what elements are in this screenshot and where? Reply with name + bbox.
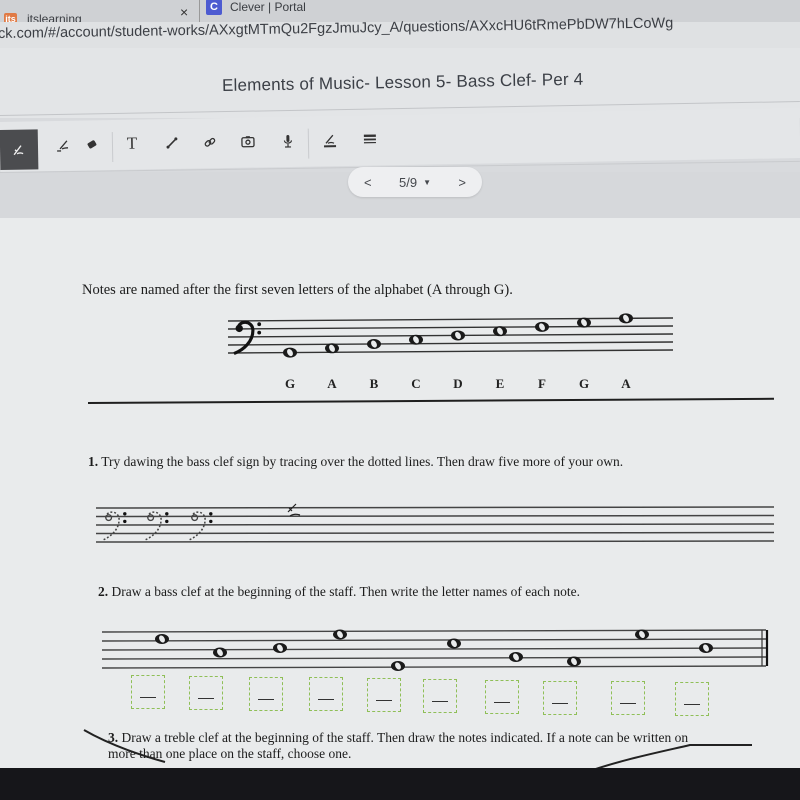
question-text: Draw a treble clef at the beginning of t… — [121, 730, 689, 745]
staff-line — [95, 540, 775, 543]
note-answer-box[interactable] — [485, 680, 519, 714]
example-staff: GABCDEFGA — [227, 313, 674, 391]
whole-note — [283, 347, 297, 358]
staff-line — [227, 341, 674, 346]
toolbar-separator — [307, 128, 310, 159]
question-3: 3. Draw a treble clef at the beginning o… — [108, 730, 688, 746]
note-letter-label: D — [453, 376, 462, 391]
whole-note — [567, 656, 581, 667]
voice-tool-button[interactable] — [270, 123, 307, 160]
whole-note — [391, 661, 405, 671]
question-2: 2. Draw a bass clef at the beginning of … — [98, 584, 580, 600]
line-width-icon — [363, 134, 376, 144]
whole-note — [213, 647, 227, 658]
page-select-dropdown[interactable]: 5/9 ▼ — [399, 175, 431, 190]
whole-note — [367, 339, 381, 350]
page-navigator: < 5/9 ▼ > — [348, 167, 482, 197]
text-tool-button[interactable]: T — [114, 125, 151, 162]
note-answer-box[interactable] — [131, 675, 165, 709]
staff-line — [101, 647, 767, 651]
note-answer-box[interactable] — [543, 681, 577, 715]
question-3-continued: more than one place on the staff, choose… — [108, 746, 352, 761]
question-number: 1. — [88, 454, 99, 469]
whole-note — [635, 629, 649, 640]
staff-line — [101, 629, 767, 633]
link-icon — [204, 137, 216, 147]
note-letter-label: B — [370, 376, 379, 391]
whole-note — [333, 629, 347, 640]
note-answer-box[interactable] — [611, 681, 645, 715]
note-letter-label: E — [496, 376, 505, 391]
eraser-tool-button[interactable] — [74, 126, 111, 163]
caret-down-icon: ▼ — [423, 177, 431, 187]
camera-icon — [241, 136, 255, 148]
note-letter-label: A — [621, 376, 631, 391]
close-tab-icon[interactable]: × — [180, 4, 188, 20]
tracing-staff[interactable] — [95, 505, 776, 550]
eraser-icon — [87, 140, 97, 149]
staff-line — [227, 317, 674, 322]
microphone-icon — [283, 134, 293, 148]
line-icon — [166, 137, 178, 149]
note-letter-label: G — [285, 376, 295, 391]
note-letter-label: G — [579, 376, 589, 391]
note-naming-staff — [101, 629, 769, 671]
question-1: 1. Try dawing the bass clef sign by trac… — [88, 454, 623, 470]
whole-note — [451, 330, 465, 341]
whole-note — [273, 643, 287, 653]
pen-color-tool-button[interactable] — [312, 122, 349, 159]
whole-note — [409, 334, 423, 345]
screen-bezel — [0, 768, 800, 800]
whole-note — [325, 343, 339, 354]
bass-clef-icon — [233, 320, 262, 356]
link-tool-button[interactable] — [192, 124, 229, 161]
note-answer-box[interactable] — [675, 682, 709, 716]
whole-note — [577, 317, 591, 328]
note-answer-box[interactable] — [423, 679, 457, 713]
staff-line — [227, 325, 674, 330]
staff-line — [95, 523, 775, 526]
staff-line — [227, 333, 674, 338]
photo-tool-button[interactable] — [230, 123, 267, 160]
note-answer-box[interactable] — [249, 677, 283, 711]
question-number: 2. — [98, 584, 109, 599]
pen-icon — [13, 145, 24, 156]
note-letter-label: C — [411, 376, 420, 391]
question-number: 3. — [108, 730, 119, 745]
staff-line — [95, 531, 775, 535]
whole-note — [493, 326, 507, 337]
whole-note — [447, 638, 461, 649]
line-width-tool-button[interactable] — [352, 121, 389, 158]
note-answer-box[interactable] — [189, 676, 223, 710]
whole-note — [155, 634, 169, 644]
intro-text: Notes are named after the first seven le… — [82, 282, 513, 298]
page-indicator: 5/9 — [399, 174, 418, 190]
tab-label: Clever | Portal — [230, 0, 306, 14]
whole-note — [699, 643, 713, 653]
pen-tool-button[interactable] — [0, 129, 39, 170]
note-answer-box[interactable] — [367, 678, 401, 712]
text-icon: T — [126, 133, 138, 153]
previous-page-button[interactable]: < — [364, 175, 372, 190]
question-text: Draw a bass clef at the beginning of the… — [111, 584, 580, 599]
line-tool-button[interactable] — [154, 125, 191, 162]
note-answer-box[interactable] — [309, 677, 343, 711]
whole-note — [509, 652, 523, 662]
highlighter-icon — [57, 140, 69, 152]
staff-line — [101, 665, 767, 669]
clever-logo-icon: C — [206, 0, 222, 15]
note-letter-label: F — [538, 376, 546, 391]
next-page-button[interactable]: > — [458, 175, 466, 190]
staff-line — [95, 506, 775, 509]
staff-line — [101, 638, 767, 642]
note-letter-label: A — [327, 376, 337, 391]
pen-color-icon — [324, 134, 337, 148]
whole-note — [535, 321, 549, 332]
tab-clever-portal[interactable]: C Clever | Portal — [206, 0, 306, 20]
question-text: Try dawing the bass clef sign by tracing… — [101, 454, 624, 469]
address-bar[interactable]: ck.com/#/account/student-works/AXxgtMTmQ… — [0, 15, 800, 49]
tab-separator — [199, 0, 200, 22]
staff-line — [101, 656, 767, 660]
whole-note — [619, 313, 633, 324]
